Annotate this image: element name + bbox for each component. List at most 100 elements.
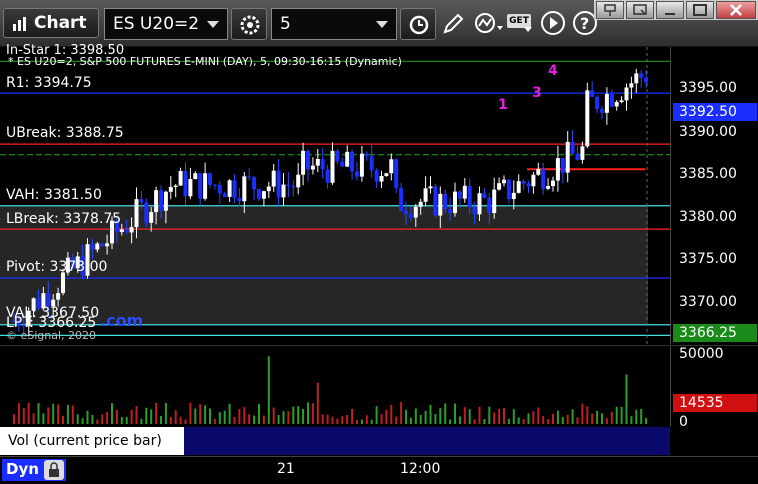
candle-body xyxy=(154,190,159,213)
volume-bar xyxy=(326,414,329,424)
volume-bar xyxy=(414,408,417,424)
volume-bar xyxy=(32,413,35,424)
time-template-button[interactable] xyxy=(400,8,436,40)
pencil-icon[interactable] xyxy=(441,12,465,40)
dynamic-button[interactable]: Dyn xyxy=(2,459,66,481)
volume-bar xyxy=(503,408,505,424)
copyright: © eSignal, 2020 xyxy=(6,329,97,342)
volume-legend[interactable]: Vol (current price bar) × xyxy=(0,426,184,455)
volume-bar xyxy=(341,416,344,424)
volume-bar xyxy=(155,402,158,424)
volume-bar xyxy=(135,406,138,424)
candle-body xyxy=(521,181,526,184)
price-axis[interactable]: 3395.00 3390.00 3385.00 3380.00 3375.00 … xyxy=(670,47,758,344)
volume-bar xyxy=(311,403,314,424)
candle-body xyxy=(306,150,310,170)
minimize-button[interactable] xyxy=(656,1,684,19)
volume-bar xyxy=(111,403,113,424)
volume-bar xyxy=(400,402,403,424)
volume-plot xyxy=(13,356,648,424)
volume-bar xyxy=(243,406,246,424)
time-axis[interactable]: Dyn 21 12:00 xyxy=(0,456,758,483)
price-chart[interactable]: In-Star 1: 3398.50 * ES U20=2, S&P 500 F… xyxy=(0,43,670,344)
y-tick: 3380.00 xyxy=(679,209,737,225)
candle-body xyxy=(438,193,443,216)
candle-body xyxy=(600,109,604,113)
volume-bar xyxy=(145,407,148,424)
volume-bar xyxy=(189,402,192,424)
volume-bar xyxy=(233,417,236,424)
candle-body xyxy=(261,191,266,199)
candle-body xyxy=(188,179,193,197)
chevron-down-icon[interactable] xyxy=(376,21,388,28)
interval-combo[interactable]: 5 xyxy=(271,8,397,40)
candle-body xyxy=(443,193,448,210)
candle-body xyxy=(359,153,364,177)
volume-bar xyxy=(468,409,471,424)
volume-bar xyxy=(160,415,162,424)
candle-body xyxy=(276,170,281,198)
volume-axis: 50000 0 14535 xyxy=(670,345,758,430)
candle-body xyxy=(369,156,374,171)
symbol-settings-button[interactable] xyxy=(231,8,267,40)
candle-body xyxy=(374,170,379,182)
candle-body xyxy=(90,244,95,250)
volume-bar xyxy=(454,403,456,424)
candle-body xyxy=(310,165,315,170)
volume-bar xyxy=(71,405,74,424)
candle-body xyxy=(531,174,536,187)
candle-body xyxy=(634,73,639,84)
candle-body xyxy=(399,187,404,211)
volume-bar xyxy=(556,410,559,424)
app-menu-button[interactable]: Chart xyxy=(3,8,99,38)
link-button[interactable] xyxy=(626,1,654,19)
volume-bar xyxy=(199,404,202,424)
volume-bar xyxy=(316,382,319,424)
candle-body xyxy=(551,180,555,187)
footer-label: Dyn xyxy=(6,460,39,478)
candle-body xyxy=(595,96,600,110)
volume-bar xyxy=(282,411,285,424)
volume-bar xyxy=(552,414,554,424)
close-icon[interactable]: × xyxy=(170,420,181,448)
candle-body xyxy=(222,193,227,197)
volume-bar xyxy=(640,409,643,424)
maximize-button[interactable] xyxy=(686,1,714,19)
symbol-combo[interactable]: ES U20=2 xyxy=(104,8,228,40)
volume-bar xyxy=(601,413,603,424)
volume-bar xyxy=(86,410,89,424)
candle-body xyxy=(203,173,208,199)
y-tick: 3385.00 xyxy=(679,166,737,182)
play-icon[interactable] xyxy=(540,10,566,40)
wave-label-4: 4 xyxy=(548,63,558,79)
candle-body xyxy=(394,159,399,188)
volume-bar xyxy=(150,409,153,424)
volume-bar xyxy=(429,404,432,424)
candle-body xyxy=(168,187,173,192)
volume-bar xyxy=(297,406,300,424)
studies-icon[interactable] xyxy=(474,12,504,40)
volume-bar xyxy=(478,406,481,424)
app-title: Chart xyxy=(34,13,87,33)
candle-body xyxy=(291,185,296,188)
volume-panel[interactable] xyxy=(0,345,670,426)
volume-bar xyxy=(302,408,305,424)
candle-body xyxy=(105,243,110,247)
candle-body xyxy=(389,159,394,174)
volume-bar xyxy=(277,414,280,424)
volume-bar xyxy=(140,418,143,424)
candle-body xyxy=(149,212,154,223)
candle-body xyxy=(413,206,418,218)
volume-bar xyxy=(253,415,256,424)
candle-body xyxy=(242,176,247,202)
candle-body xyxy=(178,171,183,186)
pin-button[interactable] xyxy=(596,1,624,19)
chevron-down-icon[interactable] xyxy=(207,21,219,28)
volume-bar xyxy=(586,406,589,424)
candle-body xyxy=(345,151,350,167)
window-controls xyxy=(594,0,758,20)
candle-body xyxy=(629,83,634,88)
candle-body xyxy=(482,193,487,198)
close-button[interactable] xyxy=(716,1,756,19)
volume-bar xyxy=(409,417,412,424)
